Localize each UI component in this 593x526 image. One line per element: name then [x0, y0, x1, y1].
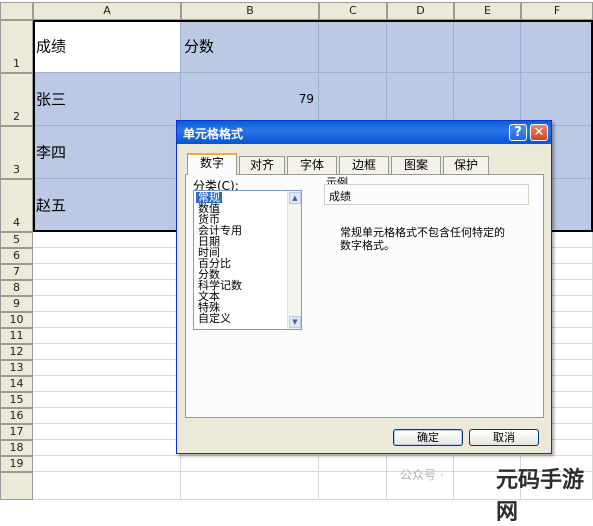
cell-f1[interactable]: [521, 20, 593, 73]
row-header-1[interactable]: 1: [0, 20, 33, 73]
row-header-8[interactable]: 8: [0, 280, 33, 296]
cell-b19[interactable]: [181, 456, 319, 472]
sample-value: 成绩: [329, 190, 351, 203]
cell-c20[interactable]: [319, 472, 387, 500]
cell-text: 分数: [184, 37, 215, 56]
cell-a17[interactable]: [33, 424, 181, 440]
tab-alignment[interactable]: 对齐: [239, 156, 285, 174]
row-header-3[interactable]: 3: [0, 126, 33, 179]
column-header-a[interactable]: A: [33, 2, 181, 20]
cell-a12[interactable]: [33, 344, 181, 360]
category-item-custom[interactable]: 自定义: [196, 313, 233, 324]
cell-a7[interactable]: [33, 264, 181, 280]
cell-a3[interactable]: 李四: [33, 126, 181, 179]
cell-b20[interactable]: [181, 472, 319, 500]
row-header-18[interactable]: 18: [0, 440, 33, 456]
scroll-down-icon[interactable]: ▼: [289, 316, 301, 328]
cell-a2[interactable]: 张三: [33, 73, 181, 126]
cell-c19[interactable]: [319, 456, 387, 472]
cell-a18[interactable]: [33, 440, 181, 456]
category-scrollbar[interactable]: ▲ ▼: [287, 191, 301, 329]
scroll-up-icon[interactable]: ▲: [289, 192, 301, 204]
tab-border[interactable]: 边框: [339, 156, 389, 174]
cell-a15[interactable]: [33, 392, 181, 408]
cell-a5[interactable]: [33, 232, 181, 248]
cell-e2[interactable]: [454, 73, 521, 126]
cell-c2[interactable]: [319, 73, 387, 126]
row-header-13[interactable]: 13: [0, 360, 33, 376]
cancel-button[interactable]: 取消: [469, 429, 539, 446]
close-button[interactable]: ✕: [530, 124, 548, 141]
cell-a10[interactable]: [33, 312, 181, 328]
column-header-e[interactable]: E: [454, 2, 521, 20]
cell-number: 79: [298, 92, 314, 106]
row-header-extra[interactable]: [0, 472, 33, 500]
row-header-5[interactable]: 5: [0, 232, 33, 248]
select-all-corner[interactable]: [0, 2, 33, 20]
row-number: 3: [13, 163, 20, 176]
column-header-f[interactable]: F: [521, 2, 593, 20]
tab-number[interactable]: 数字: [187, 153, 237, 175]
sample-box: 成绩: [324, 184, 529, 205]
row-header-16[interactable]: 16: [0, 408, 33, 424]
format-description: 常规单元格格式不包含任何特定的数字格式。: [340, 226, 505, 252]
row-header-7[interactable]: 7: [0, 264, 33, 280]
cell-f2[interactable]: [521, 73, 593, 126]
row-header-2[interactable]: 2: [0, 73, 33, 126]
cell-d2[interactable]: [387, 73, 454, 126]
row-number: 1: [13, 57, 20, 70]
row-header-10[interactable]: 10: [0, 312, 33, 328]
cell-a11[interactable]: [33, 328, 181, 344]
row-number: 2: [13, 110, 20, 123]
row-number: 4: [13, 216, 20, 229]
tab-pattern[interactable]: 图案: [391, 156, 441, 174]
cell-text: 成绩: [36, 37, 67, 56]
cell-a20[interactable]: [33, 472, 181, 500]
dialog-titlebar[interactable]: 单元格格式 ? ✕: [177, 121, 551, 144]
format-cells-dialog: 单元格格式 ? ✕ 数字 对齐 字体 边框 图案 保护 分类(C): 常规 数值…: [176, 120, 552, 454]
row-header-17[interactable]: 17: [0, 424, 33, 440]
watermark-brand: 元码手游网: [496, 468, 585, 525]
cell-b1[interactable]: 分数: [181, 20, 319, 73]
row-header-12[interactable]: 12: [0, 344, 33, 360]
cell-c1[interactable]: [319, 20, 387, 73]
tab-font[interactable]: 字体: [287, 156, 337, 174]
column-header-d[interactable]: D: [387, 2, 454, 20]
cell-text: 张三: [36, 90, 67, 109]
cell-a1[interactable]: 成绩: [33, 20, 181, 73]
cell-text: 李四: [36, 143, 67, 162]
row-header-6[interactable]: 6: [0, 248, 33, 264]
cell-a9[interactable]: [33, 296, 181, 312]
row-header-14[interactable]: 14: [0, 376, 33, 392]
cell-a16[interactable]: [33, 408, 181, 424]
cell-a13[interactable]: [33, 360, 181, 376]
column-header-b[interactable]: B: [181, 2, 319, 20]
watermark-channel: 公众号 ·: [400, 468, 444, 482]
cell-a19[interactable]: [33, 456, 181, 472]
help-button[interactable]: ?: [509, 124, 527, 141]
cell-a4[interactable]: 赵五: [33, 179, 181, 232]
column-header-c[interactable]: C: [319, 2, 387, 20]
cell-a14[interactable]: [33, 376, 181, 392]
cell-a8[interactable]: [33, 280, 181, 296]
row-header-11[interactable]: 11: [0, 328, 33, 344]
cell-e1[interactable]: [454, 20, 521, 73]
cell-b2[interactable]: 79: [181, 73, 319, 126]
cell-text: 赵五: [36, 196, 67, 215]
ok-button[interactable]: 确定: [393, 429, 463, 446]
cell-a6[interactable]: [33, 248, 181, 264]
tab-protection[interactable]: 保护: [443, 156, 489, 174]
row-header-9[interactable]: 9: [0, 296, 33, 312]
row-header-4[interactable]: 4: [0, 179, 33, 232]
row-header-15[interactable]: 15: [0, 392, 33, 408]
cell-d1[interactable]: [387, 20, 454, 73]
dialog-title: 单元格格式: [183, 127, 244, 141]
row-header-19[interactable]: 19: [0, 456, 33, 472]
category-listbox[interactable]: 常规 数值 货币 会计专用 日期 时间 百分比 分数 科学记数 文本 特殊 自定…: [193, 190, 302, 330]
